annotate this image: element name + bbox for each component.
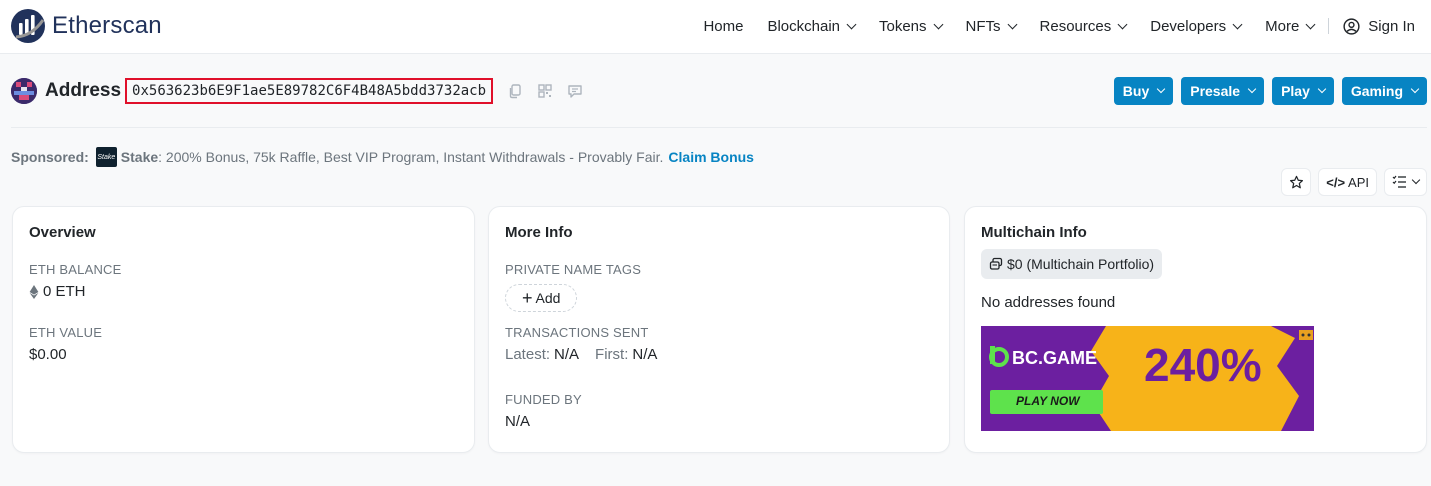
ad-brand-text: BC.GAME <box>1012 348 1097 368</box>
brand-name: Etherscan <box>52 12 162 39</box>
etherscan-logo[interactable]: Etherscan <box>10 8 162 44</box>
address-header: Address 0x563623b6E9F1ae5E89782C6F4B48A5… <box>11 76 583 106</box>
play-button[interactable]: Play <box>1272 77 1334 105</box>
button-label: Gaming <box>1350 83 1403 99</box>
user-circle-icon <box>1343 17 1360 35</box>
nav-label: Home <box>703 17 744 35</box>
eth-balance-label: ETH BALANCE <box>29 262 122 277</box>
eth-balance-text: 0 ETH <box>43 283 86 300</box>
card-title: Overview <box>29 224 96 241</box>
address-label: Address <box>45 80 122 101</box>
chevron-down-icon <box>846 19 857 29</box>
star-icon <box>1289 175 1303 188</box>
latest-label: Latest: <box>505 346 551 363</box>
plus-icon: + <box>522 288 533 308</box>
tool-buttons: </> API <box>1274 168 1427 196</box>
button-label: Buy <box>1122 83 1150 99</box>
eth-value-label: ETH VALUE <box>29 325 103 340</box>
nav-developers[interactable]: Developers <box>1150 17 1243 35</box>
sponsor-text: : 200% Bonus, 75k Raffle, Best VIP Progr… <box>158 149 664 165</box>
qr-code-icon[interactable] <box>537 83 553 99</box>
copy-icon[interactable] <box>507 83 523 99</box>
sponsored-prefix: Sponsored: <box>11 149 89 165</box>
stake-logo[interactable]: Stake <box>95 147 117 167</box>
nav-label: Blockchain <box>767 17 840 35</box>
ad-play-now-button[interactable]: PLAY NOW <box>1016 394 1080 408</box>
nav-blockchain[interactable]: Blockchain <box>767 17 857 35</box>
add-tag-button[interactable]: + Add <box>505 284 578 312</box>
multichain-card: Multichain Info $0 (Multichain Portfolio… <box>964 206 1427 453</box>
multichain-portfolio-button[interactable]: $0 (Multichain Portfolio) <box>981 249 1163 279</box>
address-avatar <box>11 78 37 104</box>
eth-balance-value: 0 ETH <box>29 283 86 300</box>
latest-value: N/A <box>554 346 580 363</box>
sign-in-label: Sign In <box>1368 17 1415 35</box>
list-options-button[interactable] <box>1384 168 1427 196</box>
nav-label: Tokens <box>879 17 927 35</box>
button-label: Play <box>1281 83 1310 99</box>
chevron-down-icon <box>1007 19 1017 29</box>
portfolio-text: $0 (Multichain Portfolio) <box>1007 256 1155 272</box>
header-divider <box>11 127 1427 128</box>
action-button-group: Buy Presale Play Gaming <box>1106 77 1427 105</box>
gaming-button[interactable]: Gaming <box>1341 77 1427 105</box>
add-label: Add <box>535 290 561 306</box>
address-hash[interactable]: 0x563623b6E9F1ae5E89782C6F4B48A5bdd3732a… <box>125 78 494 104</box>
nav-more[interactable]: More <box>1265 17 1316 35</box>
buy-button[interactable]: Buy <box>1113 77 1174 105</box>
chevron-down-icon <box>1247 84 1257 94</box>
claim-bonus-link[interactable]: Claim Bonus <box>668 149 754 165</box>
private-name-tags-label: PRIVATE NAME TAGS <box>505 262 642 277</box>
main-nav: Home Blockchain Tokens NFTs Resources De… <box>703 0 1415 52</box>
chevron-down-icon <box>1305 19 1316 29</box>
button-label: Presale <box>1190 83 1241 99</box>
ethereum-icon <box>29 284 39 299</box>
nav-label: Resources <box>1039 17 1112 35</box>
eth-value: $0.00 <box>29 346 67 363</box>
top-navbar: Etherscan Home Blockchain Tokens NFTs Re… <box>0 0 1431 54</box>
nav-label: NFTs <box>965 17 1001 35</box>
card-title: More Info <box>505 224 573 241</box>
chevron-down-icon <box>1317 84 1327 94</box>
first-label: First: <box>595 346 629 363</box>
card-title: Multichain Info <box>981 224 1087 241</box>
no-addresses-text: No addresses found <box>981 294 1116 311</box>
nav-label: More <box>1265 17 1300 35</box>
nav-resources[interactable]: Resources <box>1039 17 1128 35</box>
code-icon: </> <box>1326 174 1346 190</box>
first-value: N/A <box>632 346 658 363</box>
nav-home[interactable]: Home <box>703 18 743 35</box>
chevron-down-icon <box>1117 19 1128 29</box>
more-info-card: More Info PRIVATE NAME TAGS + Add TRANSA… <box>488 206 950 453</box>
comment-icon[interactable] <box>567 83 583 99</box>
chevron-down-icon <box>1232 19 1243 29</box>
funded-by-label: FUNDED BY <box>505 392 582 407</box>
chevron-down-icon <box>1410 84 1420 94</box>
chevron-down-icon <box>1156 84 1166 94</box>
bc-game-ad-banner[interactable]: BC.GAME 240% PLAY NOW <box>981 326 1314 431</box>
api-button[interactable]: </> API <box>1318 168 1377 196</box>
checklist-icon <box>1392 175 1406 188</box>
favorite-button[interactable] <box>1281 168 1312 196</box>
sign-in-link[interactable]: Sign In <box>1343 18 1415 35</box>
presale-button[interactable]: Presale <box>1181 77 1265 105</box>
transactions-sent-values: Latest: N/A First: N/A <box>505 346 657 363</box>
blockie-icon <box>11 78 37 104</box>
ad-percent-text: 240% <box>1144 339 1262 391</box>
etherscan-logo-icon <box>11 9 45 43</box>
nav-label: Developers <box>1150 17 1227 35</box>
funded-by-value: N/A <box>505 413 531 430</box>
sponsored-banner: Sponsored: Stake Stake : 200% Bonus, 75k… <box>11 147 754 167</box>
nav-nfts[interactable]: NFTs <box>965 17 1017 35</box>
overview-card: Overview ETH BALANCE 0 ETH ETH VALUE $0.… <box>12 206 475 453</box>
nav-separator <box>1328 18 1330 34</box>
nav-tokens[interactable]: Tokens <box>879 17 943 35</box>
api-label: API <box>1348 174 1369 190</box>
chevron-down-icon <box>933 19 943 29</box>
coins-icon <box>989 257 1003 270</box>
chevron-down-icon <box>1411 175 1421 185</box>
transactions-sent-label: TRANSACTIONS SENT <box>505 325 649 340</box>
sponsor-name: Stake <box>120 149 159 165</box>
